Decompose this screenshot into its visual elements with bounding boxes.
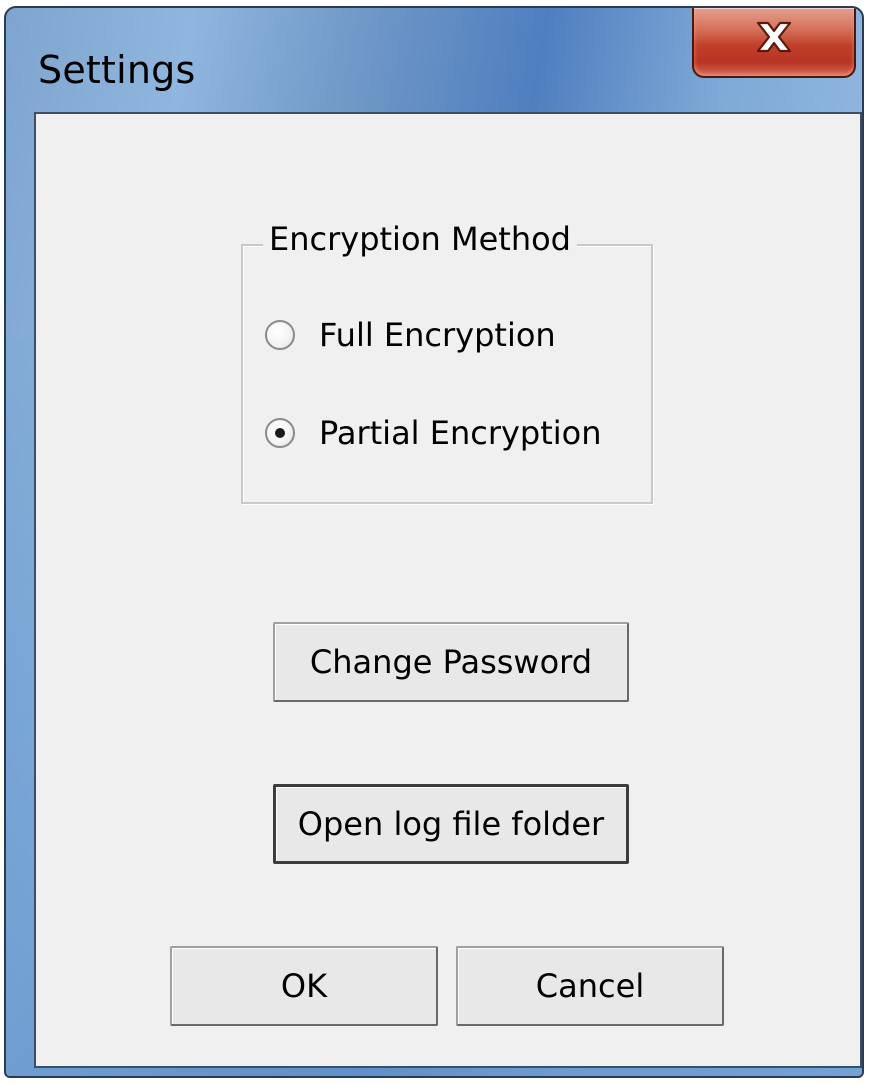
full-encryption-option[interactable]: Full Encryption [265, 316, 556, 354]
close-button[interactable] [692, 8, 856, 78]
ok-button[interactable]: OK [170, 946, 438, 1026]
encryption-method-legend: Encryption Method [263, 220, 577, 258]
window-title: Settings [38, 48, 196, 92]
settings-dialog: Settings Encryption Method Full Encrypti… [4, 6, 864, 1078]
full-encryption-radio[interactable] [265, 320, 295, 350]
full-encryption-label: Full Encryption [319, 316, 556, 354]
partial-encryption-option[interactable]: Partial Encryption [265, 414, 602, 452]
partial-encryption-radio[interactable] [265, 418, 295, 448]
encryption-method-group: Encryption Method Full Encryption Partia… [241, 220, 653, 504]
open-log-folder-button[interactable]: Open log file folder [273, 784, 629, 864]
cancel-button[interactable]: Cancel [456, 946, 724, 1026]
partial-encryption-label: Partial Encryption [319, 414, 602, 452]
dialog-client-area: Encryption Method Full Encryption Partia… [34, 112, 862, 1068]
close-icon [756, 21, 792, 52]
change-password-button[interactable]: Change Password [273, 622, 629, 702]
